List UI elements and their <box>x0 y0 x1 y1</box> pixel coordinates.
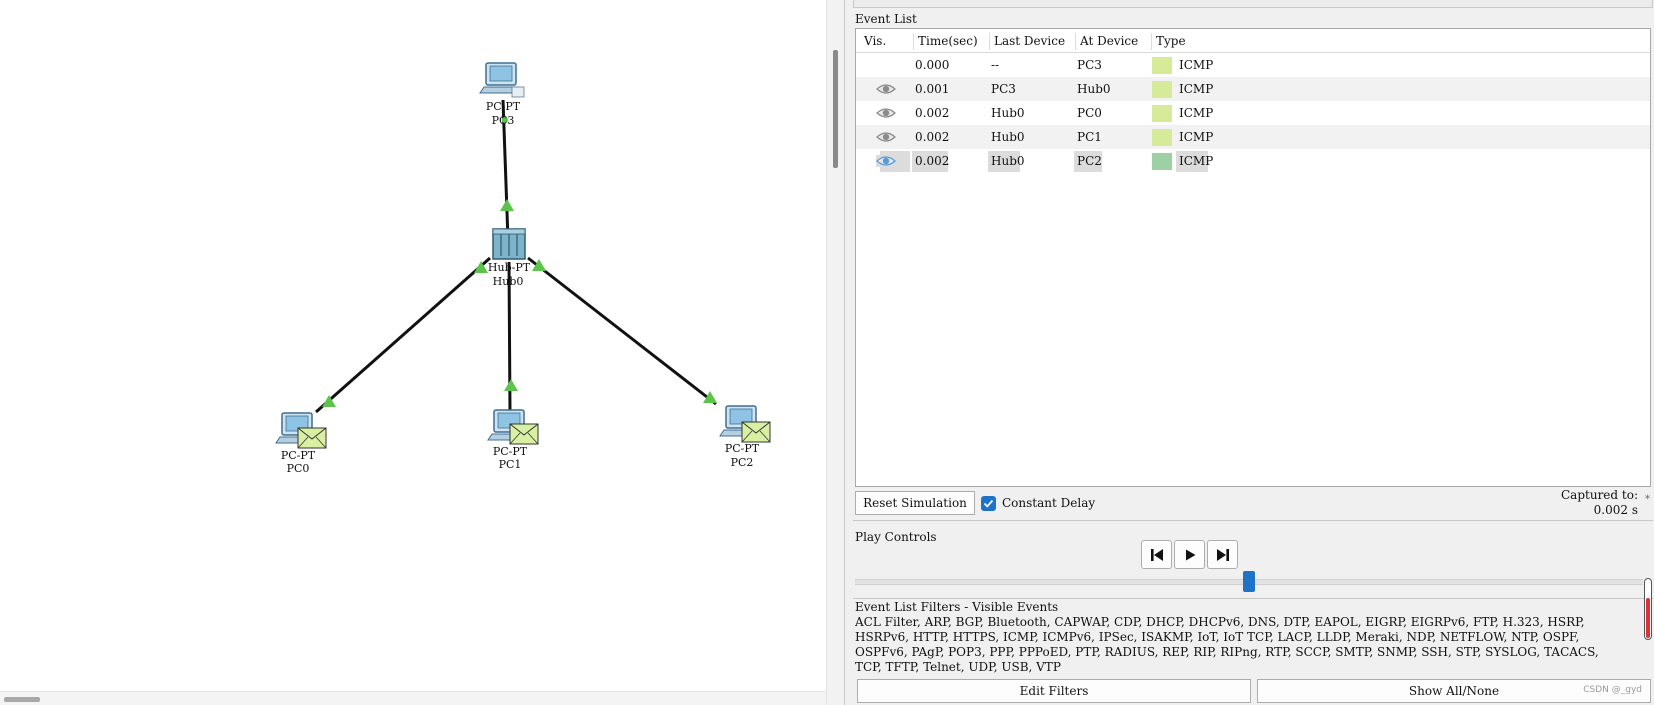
workspace-horizontal-scrollbar[interactable] <box>0 691 826 705</box>
event-at-device: PC0 <box>1077 106 1102 120</box>
event-time: 0.001 <box>915 82 950 96</box>
event-last-device: Hub0 <box>988 151 1025 172</box>
link-hub0-pc2 <box>527 256 717 406</box>
play-controls-title: Play Controls <box>855 530 937 544</box>
device-pc2[interactable]: PC-PT PC2 <box>719 405 771 469</box>
panel-top-edge <box>853 0 1653 8</box>
topology-canvas[interactable]: PC-PT PC3 Hub-PT Hub0 PC-PT PC0 PC-PT PC… <box>0 0 826 690</box>
device-name-label: PC1 <box>499 458 522 471</box>
watermark-text: CSDN @_gyd <box>1583 685 1642 695</box>
event-at-device: PC3 <box>1077 58 1102 72</box>
packet-color-swatch <box>1152 153 1172 170</box>
device-name-label: PC3 <box>492 114 515 127</box>
event-time: 0.000 <box>915 58 950 72</box>
event-row[interactable]: 0.000 -- PC3 ICMP <box>856 53 1650 77</box>
step-forward-icon <box>1216 548 1229 561</box>
event-row[interactable]: 0.002 Hub0 PC2 ICMP <box>856 149 1650 173</box>
visible-events-list: ACL Filter, ARP, BGP, Bluetooth, CAPWAP,… <box>855 615 1599 674</box>
eye-icon[interactable] <box>876 131 896 143</box>
event-filters-title: Event List Filters - Visible Events <box>855 600 1059 614</box>
event-at-device: Hub0 <box>1077 82 1111 96</box>
event-list-title: Event List <box>855 12 917 26</box>
event-type: ICMP <box>1179 130 1214 144</box>
device-pc3[interactable]: PC-PT PC3 <box>479 62 525 127</box>
workspace-vertical-scrollbar[interactable] <box>826 0 844 705</box>
event-row[interactable]: 0.002 Hub0 PC0 ICMP <box>856 101 1650 125</box>
column-header-at-device[interactable]: At Device <box>1076 33 1152 50</box>
event-at-device: PC1 <box>1077 130 1102 144</box>
event-last-device: -- <box>991 58 1000 72</box>
event-type: ICMP <box>1179 58 1214 72</box>
packet-color-swatch <box>1152 57 1172 74</box>
captured-to-value: 0.002 s <box>1593 503 1638 517</box>
device-model-label: PC-PT <box>725 442 760 455</box>
event-row[interactable]: 0.002 Hub0 PC1 ICMP <box>856 125 1650 149</box>
device-pc0[interactable]: PC-PT PC0 <box>275 412 327 475</box>
packet-color-swatch <box>1152 129 1172 146</box>
event-last-device: Hub0 <box>991 106 1025 120</box>
step-back-icon <box>1150 548 1163 561</box>
event-last-device: Hub0 <box>991 130 1025 144</box>
reset-simulation-button[interactable]: Reset Simulation <box>855 491 975 515</box>
device-name-label: Hub0 <box>493 275 524 288</box>
edit-filters-button[interactable]: Edit Filters <box>857 679 1251 703</box>
envelope-icon <box>297 427 327 449</box>
event-time: 0.002 <box>915 130 950 144</box>
step-back-button[interactable] <box>1141 540 1172 569</box>
event-type: ICMP <box>1176 151 1213 172</box>
device-name-label: PC2 <box>731 456 754 469</box>
link-hub0-pc0 <box>315 256 491 414</box>
scrollbar-thumb[interactable] <box>833 50 838 168</box>
column-header-last-device[interactable]: Last Device <box>990 33 1076 50</box>
device-model-label: PC-PT <box>486 100 521 113</box>
eye-icon[interactable] <box>876 83 896 95</box>
device-pc1[interactable]: PC-PT PC1 <box>487 409 539 471</box>
device-model-label: Hub-PT <box>488 261 531 274</box>
event-at-device: PC2 <box>1074 151 1102 172</box>
event-row[interactable]: 0.001 PC3 Hub0 ICMP <box>856 77 1650 101</box>
port-indicator <box>532 259 546 271</box>
event-last-device: PC3 <box>991 82 1016 96</box>
device-model-label: PC-PT <box>493 445 528 458</box>
captured-to-readout: Captured to: 0.002 s <box>1561 488 1638 518</box>
logical-workspace[interactable]: PC-PT PC3 Hub-PT Hub0 PC-PT PC0 PC-PT PC… <box>0 0 826 705</box>
device-hub0[interactable]: Hub-PT Hub0 <box>488 228 531 288</box>
checkbox-checked-icon[interactable] <box>981 495 996 511</box>
constant-delay-label: Constant Delay <box>1002 496 1096 510</box>
play-icon <box>1185 549 1195 560</box>
eye-icon[interactable] <box>876 107 896 119</box>
column-header-vis[interactable]: Vis. <box>860 33 914 50</box>
playback-slider-thumb[interactable] <box>1243 571 1255 592</box>
captured-to-label: Captured to: <box>1561 488 1638 502</box>
packet-color-swatch <box>1152 81 1172 98</box>
resize-grip-mark: * <box>1645 494 1650 505</box>
play-button[interactable] <box>1174 540 1205 569</box>
constant-delay-checkbox[interactable]: Constant Delay <box>981 494 1095 512</box>
step-forward-button[interactable] <box>1207 540 1238 569</box>
device-name-label: PC0 <box>287 462 310 475</box>
filters-scrollbar-thumb[interactable] <box>1646 598 1650 638</box>
hub-icon <box>492 228 526 260</box>
column-header-type[interactable]: Type <box>1152 33 1232 50</box>
port-indicator <box>500 199 514 211</box>
envelope-icon <box>509 423 539 445</box>
device-model-label: PC-PT <box>281 449 316 462</box>
scrollbar-thumb[interactable] <box>4 697 40 702</box>
packet-color-swatch <box>1152 105 1172 122</box>
event-type: ICMP <box>1179 106 1214 120</box>
column-header-time[interactable]: Time(sec) <box>914 33 990 50</box>
simulation-panel: Event List Vis. Time(sec) Last Device At… <box>844 0 1654 705</box>
event-type: ICMP <box>1179 82 1214 96</box>
port-indicator <box>504 379 518 391</box>
pc-icon <box>479 62 525 98</box>
table-header: Vis. Time(sec) Last Device At Device Typ… <box>856 29 1650 53</box>
envelope-icon <box>741 421 771 443</box>
event-time: 0.002 <box>912 151 949 172</box>
event-time: 0.002 <box>915 106 950 120</box>
event-list-table[interactable]: Vis. Time(sec) Last Device At Device Typ… <box>855 28 1651 487</box>
eye-active-icon[interactable] <box>876 155 896 167</box>
